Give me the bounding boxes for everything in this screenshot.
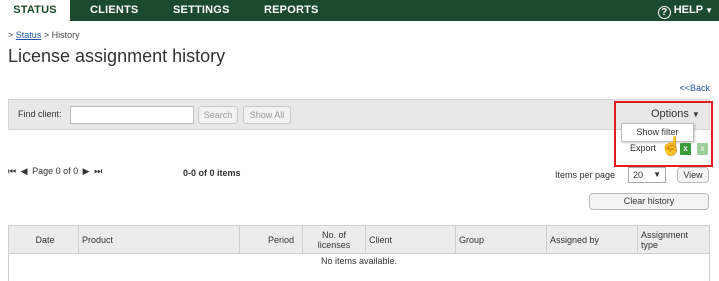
history-table: Date Product Period No. of licenses Clie… bbox=[8, 225, 710, 281]
column-header-client[interactable]: Client bbox=[366, 226, 456, 254]
back-link[interactable]: <<Back bbox=[679, 83, 710, 93]
last-page-icon[interactable]: ⏭ bbox=[94, 166, 102, 176]
tab-status[interactable]: STATUS bbox=[0, 0, 70, 21]
page-indicator: Page 0 of 0 bbox=[32, 166, 79, 176]
show-all-button[interactable]: Show All bbox=[243, 106, 291, 124]
next-page-icon[interactable]: ▶ bbox=[83, 166, 90, 176]
column-header-licenses[interactable]: No. of licenses bbox=[303, 226, 366, 254]
clear-history-button[interactable]: Clear history bbox=[589, 193, 709, 210]
first-page-icon[interactable]: ⏮ bbox=[8, 166, 16, 176]
find-client-label: Find client: bbox=[18, 109, 62, 119]
table-header: Date Product Period No. of licenses Clie… bbox=[9, 226, 709, 254]
tab-reports[interactable]: REPORTS bbox=[264, 0, 319, 21]
items-count: 0-0 of 0 items bbox=[183, 168, 241, 178]
highlight-box bbox=[614, 101, 713, 167]
breadcrumb-separator: > bbox=[43, 30, 50, 40]
column-header-period[interactable]: Period bbox=[240, 226, 303, 254]
prev-page-icon[interactable]: ◀ bbox=[21, 166, 28, 176]
help-menu[interactable]: ? HELP ▼ bbox=[657, 0, 713, 21]
items-per-page-value: 20 bbox=[633, 170, 644, 180]
breadcrumb: > Status > History bbox=[8, 30, 80, 40]
search-button[interactable]: Search bbox=[198, 106, 238, 124]
question-circle-icon: ? bbox=[657, 6, 671, 19]
filter-bar: Find client: Search Show All bbox=[8, 99, 710, 130]
column-header-date[interactable]: Date bbox=[9, 226, 79, 254]
empty-table-message: No items available. bbox=[320, 256, 398, 266]
breadcrumb-prefix: > bbox=[8, 30, 14, 40]
column-header-assigned-by[interactable]: Assigned by bbox=[547, 226, 638, 254]
top-navigation-bar: STATUS CLIENTS SETTINGS REPORTS ? HELP ▼ bbox=[0, 0, 719, 21]
tab-settings[interactable]: SETTINGS bbox=[173, 0, 230, 21]
breadcrumb-current: History bbox=[51, 30, 80, 40]
view-button[interactable]: View bbox=[677, 167, 709, 183]
find-client-input[interactable] bbox=[70, 106, 194, 124]
pager: ⏮ ◀ Page 0 of 0 ▶ ⏭ bbox=[8, 166, 104, 177]
column-header-group[interactable]: Group bbox=[456, 226, 547, 254]
chevron-down-icon: ▼ bbox=[705, 6, 713, 15]
help-label: HELP bbox=[673, 4, 704, 16]
page-title: License assignment history bbox=[8, 46, 226, 66]
column-header-assignment-type[interactable]: Assignment type bbox=[638, 226, 709, 254]
breadcrumb-link-status[interactable]: Status bbox=[16, 30, 42, 40]
tab-clients[interactable]: CLIENTS bbox=[90, 0, 138, 21]
chevron-down-icon: ▼ bbox=[653, 170, 661, 179]
column-header-product[interactable]: Product bbox=[79, 226, 240, 254]
items-per-page-select[interactable]: 20 ▼ bbox=[628, 167, 666, 183]
items-per-page-label: Items per page bbox=[555, 170, 616, 180]
